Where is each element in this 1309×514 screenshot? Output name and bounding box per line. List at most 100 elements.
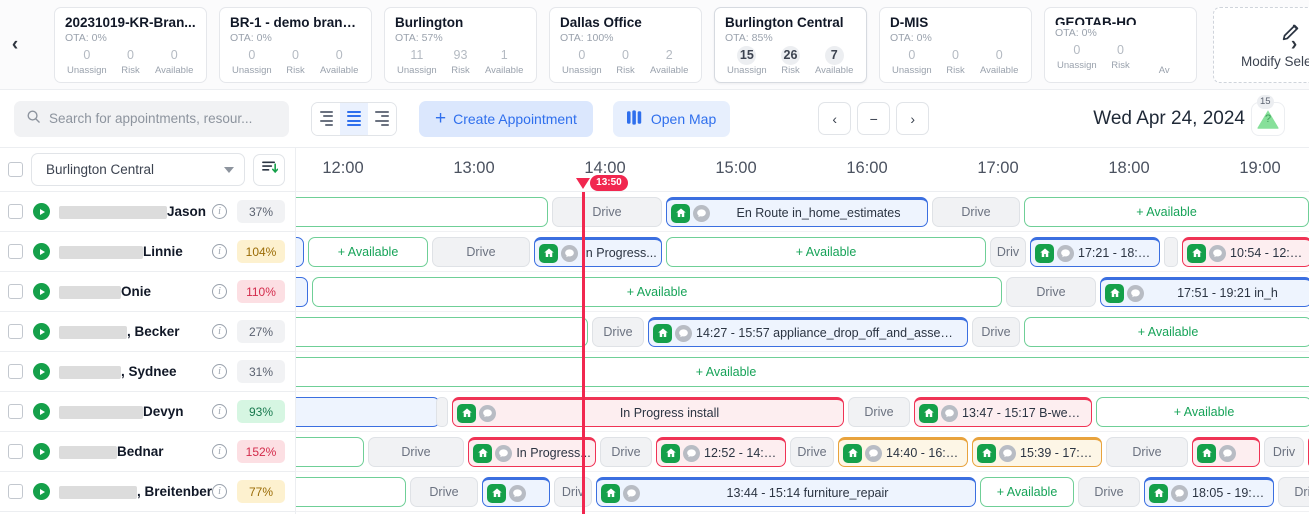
resource-row[interactable]: Devyn i 93% — [0, 392, 295, 432]
appointment-block[interactable]: 13:47 - 15:17 B-weekly... — [914, 397, 1092, 427]
resource-row[interactable]: , Breitenberg i 77% — [0, 472, 295, 512]
branch-card[interactable]: GEOTAB-HQ OTA: 0% 0 Unassign 0 Risk Av — [1044, 6, 1197, 83]
appointment-block[interactable]: In Progress install — [452, 397, 844, 427]
branch-card[interactable]: D-MIS OTA: 0% 0 Unassign 0 Risk 0 Available — [879, 6, 1032, 83]
appointment-block[interactable]: Drive — [432, 237, 530, 267]
resource-row[interactable]: Linnie i 104% — [0, 232, 295, 272]
sort-button[interactable] — [253, 153, 285, 186]
create-appointment-button[interactable]: + Create Appointment — [419, 100, 593, 137]
open-map-button[interactable]: Open Map — [612, 100, 731, 137]
appointment-block[interactable]: 18:05 - 19:3... — [1144, 477, 1274, 507]
branch-strip-next-arrow[interactable]: › — [1283, 28, 1305, 62]
info-icon[interactable]: i — [212, 244, 227, 259]
play-icon[interactable] — [33, 443, 50, 460]
appointment-block[interactable]: Drive — [1278, 477, 1309, 507]
appointment-block[interactable]: 17:21 - 18:5... — [1030, 237, 1160, 267]
appointment-block[interactable]: Driv — [554, 477, 592, 507]
branch-card[interactable]: Dallas Office OTA: 100% 0 Unassign 0 Risk 2 Ava… — [549, 6, 702, 83]
appointment-block[interactable]: Drive — [1006, 277, 1096, 307]
resource-row[interactable]: , Becker i 27% — [0, 312, 295, 352]
appointment-block[interactable]: Drive — [972, 317, 1020, 347]
appointment-block[interactable]: + Available — [296, 357, 1309, 387]
appointment-block[interactable]: En Route in_home_estimates — [666, 197, 928, 227]
resource-row[interactable]: Jason i 37% — [0, 192, 295, 232]
branch-select[interactable]: Burlington Central — [31, 153, 245, 186]
play-icon[interactable] — [33, 323, 50, 340]
resource-checkbox[interactable] — [8, 244, 23, 259]
appointment-block[interactable]: 17:51 - 19:21 in_h — [1100, 277, 1309, 307]
appointment-block[interactable]: 13:44 - 15:14 furniture_repair — [596, 477, 976, 507]
appointment-block[interactable]: ailable — [296, 437, 364, 467]
search-input[interactable]: Search for appointments, resour... — [14, 100, 289, 137]
density-comfortable-button[interactable] — [368, 102, 396, 135]
resource-row[interactable]: Onie i 110% — [0, 272, 295, 312]
appointment-block[interactable]: Driv — [1264, 437, 1304, 467]
info-icon[interactable]: i — [212, 444, 227, 459]
density-medium-button[interactable] — [340, 102, 368, 135]
appointment-block[interactable] — [296, 197, 548, 227]
appointment-block[interactable] — [1164, 237, 1178, 267]
resource-checkbox[interactable] — [8, 364, 23, 379]
appointment-block[interactable]: In Progress... — [468, 437, 596, 467]
appointment-block[interactable]: pleted — [296, 397, 440, 427]
resource-checkbox[interactable] — [8, 484, 23, 499]
density-compact-button[interactable] — [312, 102, 340, 135]
appointment-block[interactable]: 10:54 - 12:2... — [1182, 237, 1309, 267]
date-prev-button[interactable]: ‹ — [818, 102, 852, 135]
appointment-block[interactable]: + Available — [1024, 197, 1309, 227]
appointment-block[interactable]: + Available — [1024, 317, 1309, 347]
play-icon[interactable] — [33, 403, 50, 420]
date-next-button[interactable]: › — [896, 102, 930, 135]
appointment-block[interactable]: Drive — [410, 477, 478, 507]
appointment-block[interactable]: + Available — [980, 477, 1074, 507]
appointment-block[interactable]: + Available — [666, 237, 986, 267]
play-icon[interactable] — [33, 283, 50, 300]
appointment-block[interactable] — [296, 477, 406, 507]
appointment-block[interactable]: Drive — [552, 197, 662, 227]
appointment-block[interactable] — [482, 477, 550, 507]
appointment-block[interactable] — [296, 237, 304, 267]
branch-card[interactable]: Burlington Central OTA: 85% 15 Unassign 26 Ri… — [714, 6, 867, 83]
resource-checkbox[interactable] — [8, 324, 23, 339]
resource-checkbox[interactable] — [8, 204, 23, 219]
resource-row[interactable]: , Sydnee i 31% — [0, 352, 295, 392]
info-icon[interactable]: i — [212, 204, 227, 219]
appointment-block[interactable]: Drive — [848, 397, 910, 427]
appointment-block[interactable] — [296, 317, 588, 347]
branch-strip-prev-arrow[interactable]: ‹ — [4, 28, 26, 62]
info-icon[interactable]: i — [212, 484, 227, 499]
appointment-block[interactable]: Drive — [1106, 437, 1188, 467]
appointment-block[interactable]: 14:27 - 15:57 appliance_drop_off_and_ass… — [648, 317, 968, 347]
info-icon[interactable]: i — [212, 404, 227, 419]
appointment-block[interactable]: In Progress... — [534, 237, 662, 267]
branch-card[interactable]: 20231019-KR-Bran... OTA: 0% 0 Unassign 0 Risk… — [54, 6, 207, 83]
info-icon[interactable]: i — [212, 324, 227, 339]
resource-checkbox[interactable] — [8, 444, 23, 459]
resource-row[interactable]: Bednar i 152% — [0, 432, 295, 472]
appointment-block[interactable]: 15:39 - 17:0... — [972, 437, 1102, 467]
appointment-block[interactable]: + Available — [308, 237, 428, 267]
info-icon[interactable]: i — [212, 364, 227, 379]
play-icon[interactable] — [33, 243, 50, 260]
branch-card[interactable]: BR-1 - demo branc... OTA: 0% 0 Unassign 0 Ris… — [219, 6, 372, 83]
resource-checkbox[interactable] — [8, 284, 23, 299]
branch-card[interactable]: Burlington OTA: 57% 11 Unassign 93 Risk 1 Avail… — [384, 6, 537, 83]
appointment-block[interactable]: + Available — [312, 277, 1002, 307]
appointment-block[interactable] — [436, 397, 448, 427]
appointment-block[interactable]: d — [296, 277, 308, 307]
play-icon[interactable] — [33, 483, 50, 500]
play-icon[interactable] — [33, 203, 50, 220]
resource-checkbox[interactable] — [8, 404, 23, 419]
date-today-button[interactable]: − — [857, 102, 891, 135]
appointment-block[interactable]: Drive — [600, 437, 652, 467]
select-all-checkbox[interactable] — [8, 162, 23, 177]
appointment-block[interactable]: 12:52 - 14:2... — [656, 437, 786, 467]
play-icon[interactable] — [33, 363, 50, 380]
appointment-block[interactable]: Drive — [1078, 477, 1140, 507]
appointment-block[interactable]: Driv — [990, 237, 1026, 267]
appointment-block[interactable]: Drive — [932, 197, 1020, 227]
appointment-block[interactable] — [1192, 437, 1260, 467]
appointment-block[interactable]: Drive — [592, 317, 644, 347]
appointment-block[interactable]: Drive — [368, 437, 464, 467]
appointment-block[interactable]: + Available — [1096, 397, 1309, 427]
